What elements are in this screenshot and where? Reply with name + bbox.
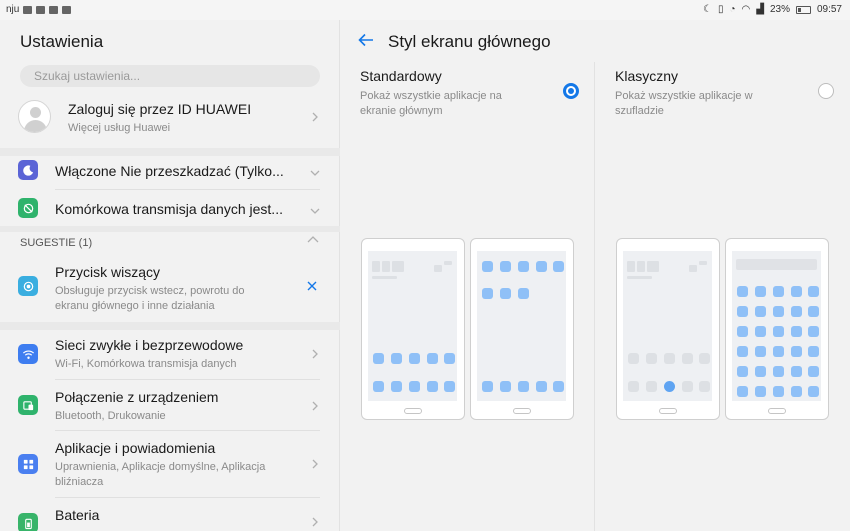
sidebar-item-device-connection[interactable]: Połączenie z urządzeniem Bluetooth, Druk… — [0, 381, 340, 431]
gallery-notification-icon — [23, 5, 33, 14]
home-button-icon — [404, 408, 422, 414]
settings-title: Ustawienia — [20, 32, 104, 51]
status-bar: nju ☾ ▯ ◔ ◠ ▟ 23% 09:57 — [0, 0, 850, 20]
facebook-notification-icon — [49, 5, 59, 14]
item-subtitle: Uprawnienia, Aplikacje domyślne, Aplikac… — [55, 461, 266, 488]
divider — [0, 322, 340, 330]
option-standard-subtitle: Pokaż wszystkie aplikacje na ekranie głó… — [360, 90, 502, 117]
item-title: Bateria — [55, 507, 100, 523]
sidebar-item-battery[interactable]: Bateria — [0, 499, 340, 531]
home-button-icon — [513, 408, 531, 414]
apps-grid-icon — [18, 454, 38, 474]
chevron-up-icon[interactable] — [307, 235, 319, 245]
divider — [594, 62, 595, 531]
account-subtitle: Więcej usług Huawei — [68, 122, 171, 134]
account-title: Zaloguj się przez ID HUAWEI — [68, 101, 252, 117]
clock: 09:57 — [816, 4, 842, 15]
item-title: Połączenie z urządzeniem — [55, 389, 219, 405]
option-standard-radio[interactable] — [563, 83, 579, 99]
chevron-right-icon — [312, 459, 318, 469]
sidebar-item-networks[interactable]: Sieci zwykłe i bezprzewodowe Wi-Fi, Komó… — [0, 332, 340, 380]
moon-icon — [18, 160, 38, 180]
battery-icon — [18, 513, 38, 531]
back-arrow-icon[interactable] — [357, 31, 375, 49]
chevron-down-icon — [310, 208, 320, 214]
vibrate-icon: ▯ — [717, 4, 724, 15]
option-classic-subtitle: Pokaż wszystkie aplikacje w szufladzie — [615, 90, 753, 117]
search-input[interactable]: Szukaj ustawienia... — [20, 65, 320, 87]
sidebar-item-mobile-data[interactable]: Komórkowa transmisja danych jest... — [0, 191, 340, 225]
battery-icon — [795, 5, 811, 14]
avatar — [18, 100, 51, 133]
item-subtitle: Bluetooth, Drukowanie — [55, 410, 166, 422]
settings-panel: Ustawienia Szukaj ustawienia... Zaloguj … — [0, 20, 340, 531]
alarm-icon: ◔ — [729, 4, 736, 15]
home-button-icon — [768, 408, 786, 414]
signal-icon: ▟ — [756, 4, 764, 15]
page-title: Styl ekranu głównego — [388, 32, 551, 51]
divider — [0, 148, 340, 156]
home-button-icon — [659, 408, 677, 414]
classic-preview-drawer[interactable] — [725, 238, 829, 420]
option-classic-title[interactable]: Klasyczny — [615, 68, 678, 84]
huawei-id-login[interactable]: Zaloguj się przez ID HUAWEI Więcej usług… — [0, 96, 340, 148]
carrier-label: nju — [6, 4, 20, 15]
chevron-down-icon — [310, 170, 320, 176]
mobile-data-label: Komórkowa transmisja danych jest... — [55, 201, 283, 217]
youtube-notification-icon — [62, 5, 72, 14]
sidebar-item-apps[interactable]: Aplikacje i powiadomienia Uprawnienia, A… — [0, 432, 340, 498]
close-icon[interactable] — [306, 280, 318, 292]
mobile-data-off-icon — [18, 198, 38, 218]
classic-preview-home[interactable] — [616, 238, 720, 420]
chevron-right-icon — [312, 517, 318, 527]
suggestions-header: SUGESTIE (1) — [20, 237, 93, 249]
chevron-right-icon — [312, 112, 318, 122]
option-standard-title[interactable]: Standardowy — [360, 68, 442, 84]
item-subtitle: Wi-Fi, Komórkowa transmisja danych — [55, 358, 237, 370]
item-title: Sieci zwykłe i bezprzewodowe — [55, 337, 244, 353]
chevron-right-icon — [312, 349, 318, 359]
battery-percent: 23% — [769, 4, 790, 15]
chevron-right-icon — [312, 401, 318, 411]
messenger-notification-icon — [36, 5, 46, 14]
item-title: Aplikacje i powiadomienia — [55, 440, 216, 456]
moon-icon: ☾ — [702, 4, 712, 15]
home-screen-style-panel: Styl ekranu głównego Standardowy Pokaż w… — [341, 20, 850, 531]
standard-preview-page[interactable] — [470, 238, 574, 420]
wifi-icon: ◠ — [741, 4, 751, 15]
floating-dock-icon — [18, 276, 38, 296]
option-classic-radio[interactable] — [818, 83, 834, 99]
suggestion-title: Przycisk wiszący — [55, 264, 161, 280]
suggestion-floating-button[interactable]: Przycisk wiszący Obsługuje przycisk wste… — [0, 260, 340, 320]
sidebar-item-dnd[interactable]: Włączone Nie przeszkadzać (Tylko... — [0, 156, 340, 190]
divider — [0, 226, 340, 232]
dnd-label: Włączone Nie przeszkadzać (Tylko... — [55, 163, 284, 179]
device-connection-icon — [18, 395, 38, 415]
standard-preview-home[interactable] — [361, 238, 465, 420]
suggestion-subtitle: Obsługuje przycisk wstecz, powrotu do ek… — [55, 285, 245, 312]
wifi-icon — [18, 344, 38, 364]
